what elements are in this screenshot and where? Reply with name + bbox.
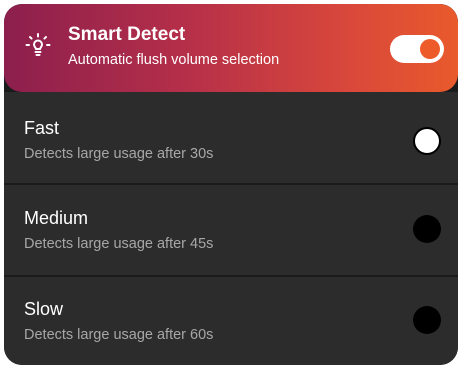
option-slow[interactable]: Slow Detects large usage after 60s <box>4 277 458 365</box>
smart-detect-header: Smart Detect Automatic flush volume sele… <box>4 4 458 92</box>
radio-medium[interactable] <box>413 215 441 243</box>
option-label: Medium <box>24 208 89 228</box>
radio-slow[interactable] <box>413 306 441 334</box>
lightbulb-icon <box>25 33 51 56</box>
radio-fast[interactable] <box>413 127 441 155</box>
toggle-knob <box>420 39 440 59</box>
smart-detect-panel: Smart Detect Automatic flush volume sele… <box>4 4 458 365</box>
header-subtitle: Automatic flush volume selection <box>68 52 280 68</box>
option-description: Detects large usage after 60s <box>24 327 214 343</box>
smart-detect-toggle[interactable] <box>390 35 444 63</box>
option-fast[interactable]: Fast Detects large usage after 30s <box>4 92 458 183</box>
option-medium[interactable]: Medium Detects large usage after 45s <box>4 185 458 275</box>
header-title: Smart Detect <box>68 24 186 45</box>
option-label: Slow <box>24 299 64 319</box>
option-description: Detects large usage after 45s <box>24 236 214 252</box>
option-label: Fast <box>24 118 60 138</box>
option-description: Detects large usage after 30s <box>24 146 214 162</box>
